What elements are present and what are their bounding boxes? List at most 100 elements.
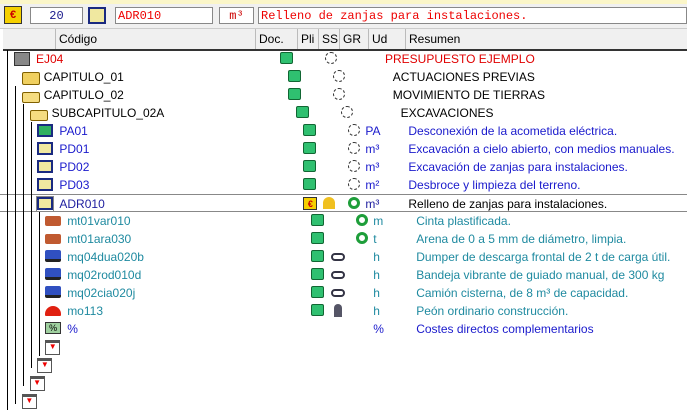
- recycle-icon[interactable]: [356, 214, 372, 228]
- document-scroll-icon[interactable]: [311, 214, 327, 228]
- col-ss[interactable]: SS: [318, 29, 338, 49]
- col-ud[interactable]: Ud: [368, 29, 387, 49]
- tree-row[interactable]: mq02rod010d h Bandeja vibrante de guiado m…: [0, 266, 687, 284]
- truck-icon: [45, 286, 62, 300]
- tree-row[interactable]: mt01var010 m Cinta plastificada.: [0, 212, 687, 230]
- document-scroll-icon[interactable]: [303, 142, 319, 156]
- toolbar: € 20 ADR010 m³ Relleno de zanjas para in…: [0, 4, 687, 29]
- worker-icon[interactable]: [331, 304, 347, 318]
- tree-row[interactable]: PD03 m² Desbroce y limpieza del terreno.: [0, 176, 687, 194]
- tree-row[interactable]: PD02 m³ Excavación de zanjas para instalac…: [0, 158, 687, 176]
- row-summary: Camión cisterna, de 8 m³ de capacidad.: [416, 286, 629, 300]
- row-unit: m³: [365, 197, 380, 211]
- percent-icon: %: [45, 322, 62, 336]
- tree-row[interactable]: PD01 m³ Excavación a cielo abierto, con me…: [0, 140, 687, 158]
- truck-icon: [45, 268, 62, 282]
- row-summary: PRESUPUESTO EJEMPLO: [385, 52, 535, 66]
- document-scroll-icon[interactable]: [295, 106, 312, 120]
- row-unit: m: [373, 214, 384, 228]
- col-resumen[interactable]: Resumen: [405, 29, 687, 49]
- code-field[interactable]: ADR010: [115, 7, 213, 24]
- col-doc[interactable]: Doc.: [255, 29, 284, 49]
- waste-gear-icon[interactable]: [332, 88, 349, 102]
- document-scroll-icon[interactable]: [303, 124, 319, 138]
- row-summary: Relleno de zanjas para instalaciones.: [408, 197, 608, 211]
- tree-row[interactable]: mo113 h Peón ordinario construcción.: [0, 302, 687, 320]
- summary-field[interactable]: Relleno de zanjas para instalaciones.: [258, 7, 687, 24]
- col-gr[interactable]: GR: [339, 29, 361, 49]
- document-scroll-icon[interactable]: [311, 232, 327, 246]
- quantity-field[interactable]: 20: [30, 7, 83, 24]
- col-pli[interactable]: Pli: [297, 29, 314, 49]
- document-scroll-icon[interactable]: [280, 52, 296, 66]
- waste-gear-icon[interactable]: [348, 124, 364, 138]
- document-scroll-icon[interactable]: [311, 286, 327, 300]
- row-code: CAPITULO_01: [43, 70, 124, 84]
- row-code: mq02rod010d: [67, 268, 142, 282]
- waste-gear-icon[interactable]: [325, 52, 341, 66]
- item-green-icon: [37, 124, 54, 138]
- row-summary: Desbroce y limpieza del terreno.: [408, 178, 581, 192]
- row-summary: Excavación de zanjas para instalaciones.: [408, 160, 628, 174]
- tree-row[interactable]: mq02cia020j h Camión cisterna, de 8 m³ de …: [0, 284, 687, 302]
- document-scroll-icon[interactable]: [287, 70, 304, 84]
- waste-gear-icon[interactable]: [348, 142, 364, 156]
- item-type-icon[interactable]: [88, 7, 106, 24]
- tree-row[interactable]: mt01ara030 t Arena de 0 a 5 mm de diámetro…: [0, 230, 687, 248]
- document-scroll-icon[interactable]: [303, 160, 319, 174]
- unit-field[interactable]: m³: [219, 7, 254, 24]
- row-code: mt01var010: [67, 214, 131, 228]
- row-code: CAPITULO_02: [43, 88, 124, 102]
- price-euro-icon[interactable]: €: [303, 197, 319, 211]
- tree-row[interactable]: CAPITULO_02 MOVIMIENTO DE TIERRAS: [0, 86, 687, 104]
- row-unit: %: [373, 322, 384, 336]
- tree-guide-line: [23, 104, 24, 386]
- waste-gear-icon[interactable]: [340, 106, 357, 120]
- tree-end-row[interactable]: ▼: [0, 374, 687, 392]
- document-scroll-icon[interactable]: [287, 88, 304, 102]
- tree-row[interactable]: CAPITULO_01 ACTUACIONES PREVIAS: [0, 68, 687, 86]
- waste-gear-icon[interactable]: [348, 178, 364, 192]
- tree-row[interactable]: PA01 PA Desconexión de la acometida eléctr…: [0, 122, 687, 140]
- item-icon: [37, 142, 54, 156]
- tree-row[interactable]: EJ04 PRESUPUESTO EJEMPLO: [0, 50, 687, 68]
- item-icon: [37, 178, 54, 192]
- tree-guide-line: [39, 212, 40, 356]
- row-code: mo113: [67, 304, 103, 318]
- document-scroll-icon[interactable]: [311, 250, 327, 264]
- item-icon: [37, 160, 54, 174]
- row-code: PD02: [59, 160, 90, 174]
- goggles-icon[interactable]: [331, 286, 347, 300]
- row-summary: Excavación a cielo abierto, con medios m…: [408, 142, 675, 156]
- document-scroll-icon[interactable]: [311, 268, 327, 282]
- tree-end-row[interactable]: ▼: [0, 392, 687, 410]
- document-scroll-icon[interactable]: [311, 304, 327, 318]
- col-codigo[interactable]: Código: [55, 29, 97, 49]
- tree-end-row[interactable]: ▼: [0, 338, 687, 356]
- safety-cone-icon[interactable]: [323, 197, 339, 211]
- end-marker-icon: ▼: [21, 394, 38, 409]
- item-selected-icon: [36, 196, 55, 212]
- row-unit: m²: [365, 178, 380, 192]
- budget-icon: [14, 52, 30, 66]
- document-scroll-icon[interactable]: [303, 178, 319, 192]
- folder-icon: [21, 70, 40, 85]
- tree-row[interactable]: ADR010 € m³ Relleno de zanjas para instalac…: [0, 194, 687, 212]
- tree-end-row[interactable]: ▼: [0, 356, 687, 374]
- goggles-icon[interactable]: [331, 268, 347, 282]
- tree-row[interactable]: %%% Costes directos complementarios: [0, 320, 687, 338]
- row-summary: Bandeja vibrante de guiado manual, de 30…: [416, 268, 665, 282]
- waste-gear-icon[interactable]: [332, 70, 349, 84]
- row-summary: Peón ordinario construcción.: [416, 304, 569, 318]
- tree-row[interactable]: mq04dua020b h Dumper de descarga frontal d…: [0, 248, 687, 266]
- goggles-icon[interactable]: [331, 250, 347, 264]
- recycle-icon[interactable]: [348, 197, 364, 211]
- waste-gear-icon[interactable]: [348, 160, 364, 174]
- tree-guide-line: [7, 50, 8, 410]
- row-code: mq02cia020j: [67, 286, 136, 300]
- recycle-icon[interactable]: [356, 232, 372, 246]
- tree-row[interactable]: SUBCAPITULO_02A EXCAVACIONES: [0, 104, 687, 122]
- budget-euro-icon[interactable]: €: [4, 6, 22, 24]
- end-marker-icon: ▼: [37, 358, 53, 373]
- row-code: PD01: [59, 142, 90, 156]
